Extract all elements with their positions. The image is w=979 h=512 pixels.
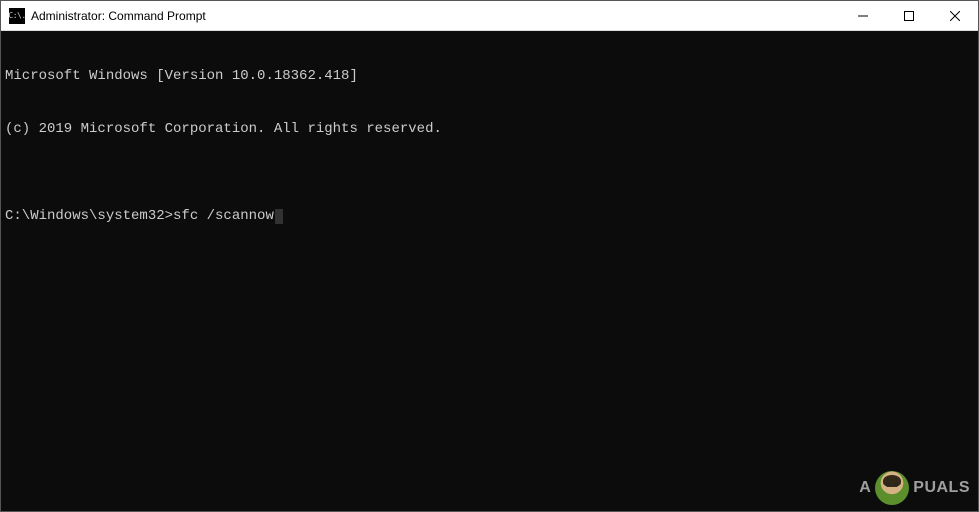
- command-prompt-window: C:\. Administrator: Command Prompt Micro…: [0, 0, 979, 512]
- window-controls: [840, 1, 978, 30]
- minimize-button[interactable]: [840, 1, 886, 30]
- watermark: A PUALS: [859, 471, 970, 505]
- close-icon: [950, 11, 960, 21]
- watermark-text-right: PUALS: [913, 478, 970, 498]
- window-title: Administrator: Command Prompt: [31, 9, 840, 23]
- terminal-output-line: (c) 2019 Microsoft Corporation. All righ…: [5, 121, 974, 139]
- maximize-button[interactable]: [886, 1, 932, 30]
- terminal-prompt-line: C:\Windows\system32>sfc /scannow: [5, 208, 974, 226]
- terminal-output-line: Microsoft Windows [Version 10.0.18362.41…: [5, 68, 974, 86]
- watermark-text-left: A: [859, 478, 871, 498]
- terminal-area[interactable]: Microsoft Windows [Version 10.0.18362.41…: [1, 31, 978, 511]
- terminal-line-text: C:\Windows\system32>sfc /scannow: [5, 208, 274, 224]
- watermark-avatar-icon: [875, 471, 909, 505]
- maximize-icon: [904, 11, 914, 21]
- cmd-icon: C:\.: [9, 8, 25, 24]
- terminal-cursor: [275, 209, 283, 224]
- titlebar[interactable]: C:\. Administrator: Command Prompt: [1, 1, 978, 31]
- minimize-icon: [858, 11, 868, 21]
- close-button[interactable]: [932, 1, 978, 30]
